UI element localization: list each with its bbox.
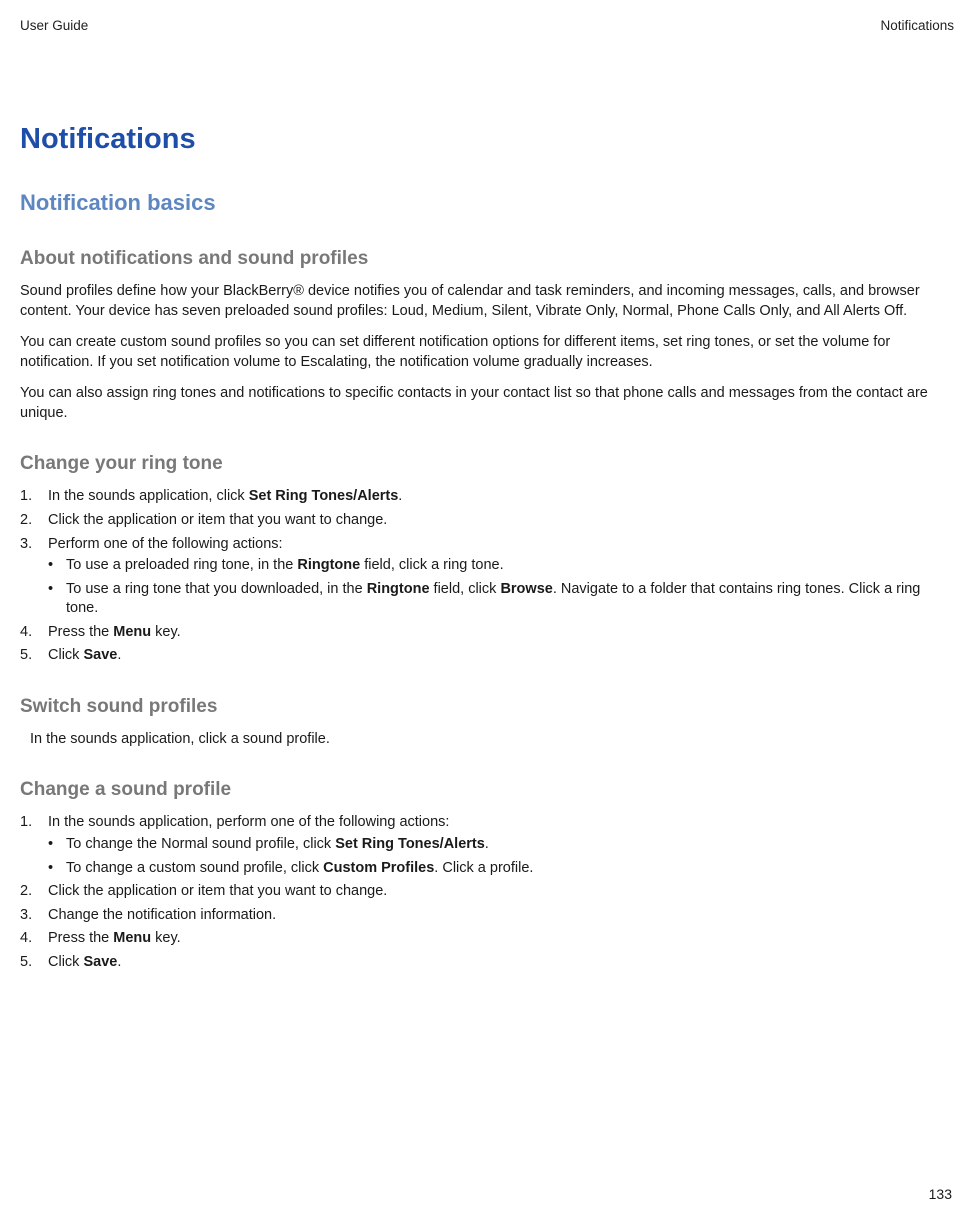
step-item: Click Save.: [20, 953, 954, 973]
header-left: User Guide: [20, 18, 88, 33]
header-right: Notifications: [880, 18, 954, 33]
step-item: Click Save.: [20, 646, 954, 666]
bullet-item: To change the Normal sound profile, clic…: [48, 835, 954, 855]
step-item: Press the Menu key.: [20, 623, 954, 643]
subsection-change-ring: Change your ring tone: [20, 453, 954, 475]
body-text: Sound profiles define how your BlackBerr…: [20, 282, 954, 321]
subsection-about: About notifications and sound profiles: [20, 248, 954, 270]
chapter-title: Notifications: [20, 123, 954, 156]
page-number: 133: [929, 1186, 952, 1202]
bullet-item: To use a ring tone that you downloaded, …: [48, 580, 954, 619]
body-text: You can also assign ring tones and notif…: [20, 384, 954, 423]
step-item: Press the Menu key.: [20, 929, 954, 949]
step-item: Click the application or item that you w…: [20, 511, 954, 531]
step-item: Change the notification information.: [20, 906, 954, 926]
section-title: Notification basics: [20, 190, 954, 216]
subsection-change-profile: Change a sound profile: [20, 779, 954, 801]
bullet-list: To change the Normal sound profile, clic…: [48, 835, 954, 878]
body-text: You can create custom sound profiles so …: [20, 333, 954, 372]
bullet-item: To change a custom sound profile, click …: [48, 859, 954, 879]
running-header: User Guide Notifications: [20, 18, 954, 33]
step-item: In the sounds application, perform one o…: [20, 813, 954, 878]
bullet-list: To use a preloaded ring tone, in the Rin…: [48, 556, 954, 619]
ordered-steps: In the sounds application, click Set Rin…: [20, 487, 954, 666]
step-item: In the sounds application, click Set Rin…: [20, 487, 954, 507]
step-item: Click the application or item that you w…: [20, 882, 954, 902]
bullet-item: To use a preloaded ring tone, in the Rin…: [48, 556, 954, 576]
step-item: Perform one of the following actions: To…: [20, 535, 954, 619]
ordered-steps: In the sounds application, perform one o…: [20, 813, 954, 972]
body-text: In the sounds application, click a sound…: [30, 730, 954, 750]
subsection-switch: Switch sound profiles: [20, 696, 954, 718]
